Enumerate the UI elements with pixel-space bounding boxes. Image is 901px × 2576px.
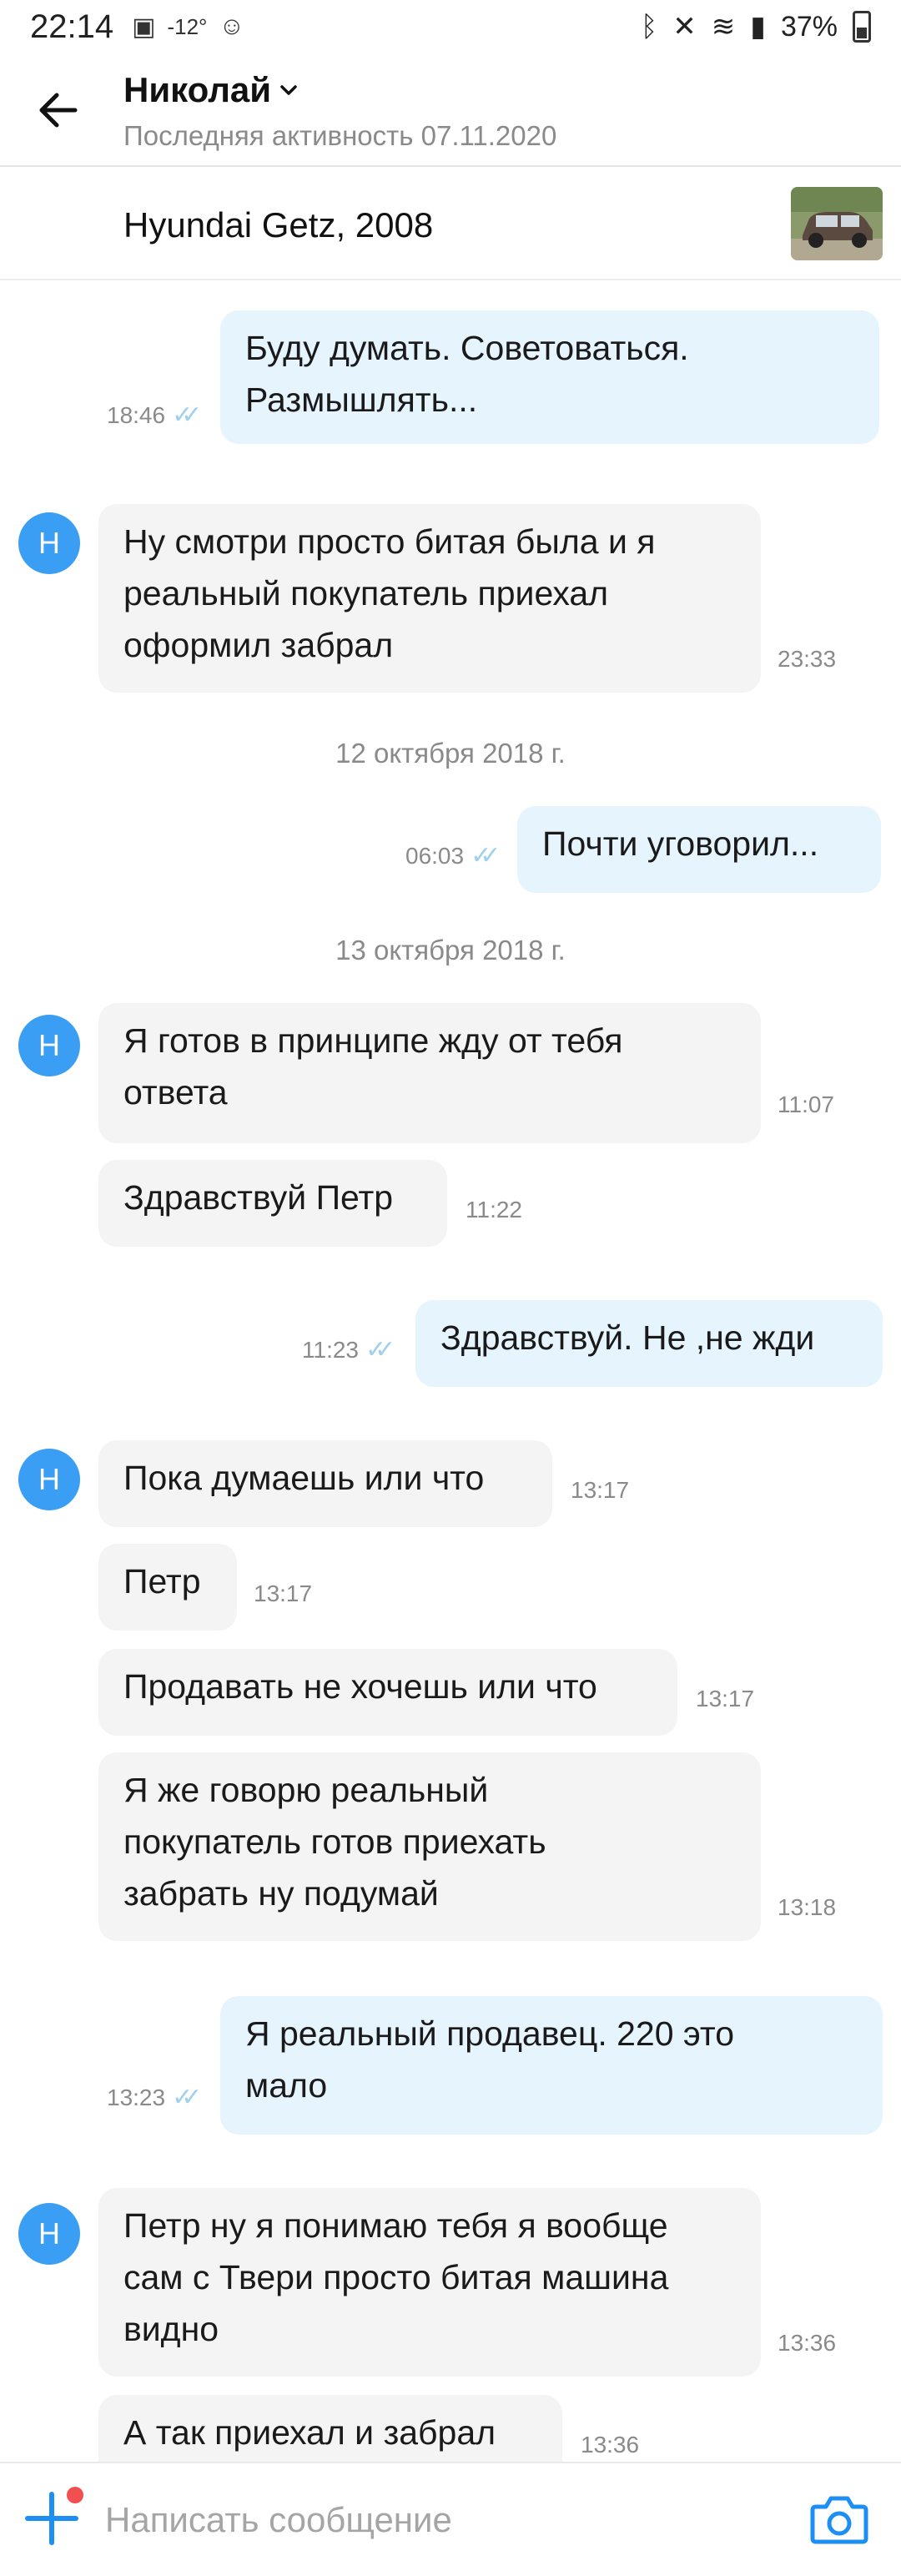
battery-level: 37% [780, 10, 838, 43]
message-bubble-incoming[interactable]: Я готов в принципе жду от тебя ответа [98, 1003, 761, 1143]
gallery-icon: ▣ [132, 13, 156, 41]
message-bubble-incoming[interactable]: Здравствуй Петр [98, 1160, 447, 1247]
read-check-icon: ✓✓ [471, 842, 501, 870]
message-time: 11:23 ✓✓ [302, 1335, 395, 1364]
read-check-icon: ✓✓ [172, 401, 202, 429]
message-bubble-outgoing[interactable]: Почти уговорил... [517, 806, 881, 893]
arrow-left-icon [39, 93, 78, 128]
status-temperature: -12° [167, 13, 208, 39]
message-time: 23:33 [778, 646, 837, 672]
message-line: мало [245, 2066, 328, 2105]
last-seen: Последняя активность 07.11.2020 [123, 120, 557, 151]
back-button[interactable] [33, 85, 83, 135]
message-time: 18:46 ✓✓ [107, 401, 203, 430]
weather-icon: ☺ [219, 13, 245, 40]
message-time: 13:18 [778, 1894, 837, 1920]
camera-icon [810, 2496, 868, 2544]
message-time: 13:23 ✓✓ [107, 2083, 203, 2112]
message-bubble-incoming[interactable]: Продавать не хочешь или что [98, 1649, 677, 1736]
time-text: 06:03 [405, 842, 465, 869]
message-bubble-incoming[interactable]: Петр [98, 1544, 237, 1631]
message-line: Пока думаешь или что [123, 1459, 485, 1497]
message-line: Здравствуй Петр [123, 1178, 394, 1217]
message-line: Буду думать. Советоваться. [245, 329, 689, 367]
message-bubble-incoming[interactable]: Я же говорю реальный покупатель готов пр… [98, 1752, 761, 1941]
avatar-letter: Н [38, 2216, 60, 2251]
message-line: покупатель готов приехать [123, 1822, 546, 1861]
avatar-letter: Н [38, 526, 60, 560]
message-line: Я реальный продавец. 220 это [245, 2014, 735, 2053]
wifi-icon: ≋ [711, 11, 736, 43]
message-line: ответа [123, 1073, 228, 1112]
message-time: 13:36 [581, 2432, 640, 2458]
avatar[interactable]: Н [18, 1015, 80, 1076]
message-time: 11:22 [466, 1197, 522, 1222]
listing-thumbnail[interactable] [791, 187, 883, 260]
listing-bar[interactable]: Hyundai Getz, 2008 [0, 169, 901, 280]
chat-header: Николай Последняя активность 07.11.2020 [0, 53, 901, 167]
bluetooth-icon: ᛒ [640, 10, 658, 43]
message-line: видно [123, 2310, 219, 2348]
message-line: Петр [123, 1562, 201, 1601]
car-photo-icon [791, 187, 883, 260]
mute-icon: ✕ [672, 11, 697, 43]
status-time: 22:14 [30, 8, 114, 45]
message-line: Я же говорю реальный [123, 1771, 489, 1809]
avatar[interactable]: Н [18, 1449, 80, 1510]
read-check-icon: ✓✓ [365, 1336, 395, 1364]
message-time: 06:03 ✓✓ [405, 841, 501, 870]
message-line: Я готов в принципе жду от тебя [123, 1021, 623, 1060]
avatar-letter: Н [38, 1028, 60, 1062]
message-line: забрать ну подумай [123, 1874, 439, 1913]
date-separator: 12 октября 2018 г. [335, 738, 566, 769]
status-bar: 22:14 ▣ -12° ☺ ᛒ ✕ ≋ ▮ 37% [0, 0, 901, 53]
message-time: 13:36 [778, 2330, 837, 2356]
message-line: Размышлять... [245, 381, 478, 419]
battery-icon [853, 11, 871, 43]
message-time: 11:07 [778, 1091, 834, 1117]
message-bubble-outgoing[interactable]: Буду думать. Советоваться. Размышлять... [220, 310, 879, 444]
time-text: 13:23 [107, 2084, 166, 2110]
message-line: Петр ну я понимаю тебя я вообще [123, 2206, 668, 2245]
message-bubble-incoming[interactable]: Ну смотри просто битая была и я реальный… [98, 504, 761, 693]
message-bubble-incoming[interactable]: Петр ну я понимаю тебя я вообще сам с Тв… [98, 2188, 761, 2377]
listing-title: Hyundai Getz, 2008 [123, 205, 434, 244]
message-line: Здравствуй. Не ,не жди [440, 1318, 815, 1357]
avatar[interactable]: Н [18, 2203, 80, 2265]
message-line: сам с Твери просто битая машина [123, 2258, 669, 2296]
chevron-down-icon [280, 85, 297, 95]
message-time: 13:17 [254, 1580, 313, 1606]
message-bubble-outgoing[interactable]: Я реальный продавец. 220 это мало [220, 1996, 883, 2135]
message-time: 13:17 [696, 1686, 755, 1711]
date-separator: 13 октября 2018 г. [335, 935, 566, 965]
read-check-icon: ✓✓ [172, 2084, 202, 2111]
message-line: реальный покупатель приехал [123, 574, 609, 612]
camera-button[interactable] [809, 2492, 869, 2545]
message-line: Ну смотри просто битая была и я [123, 522, 656, 561]
status-right: ᛒ ✕ ≋ ▮ 37% [641, 10, 871, 43]
message-composer [0, 2462, 901, 2576]
message-line: оформил забрал [123, 626, 394, 664]
notification-dot [67, 2487, 83, 2503]
avatar-letter: Н [38, 1462, 60, 1496]
message-line: Продавать не хочешь или что [123, 1667, 597, 1706]
message-time: 13:17 [571, 1477, 630, 1503]
message-input[interactable] [105, 2495, 773, 2545]
avatar[interactable]: Н [18, 512, 80, 574]
time-text: 11:23 [302, 1336, 359, 1363]
contact-name-dropdown[interactable]: Николай [123, 70, 298, 110]
add-attachment-button[interactable] [22, 2487, 83, 2548]
message-line: А так приехал и забрал [123, 2413, 496, 2452]
message-bubble-incoming[interactable]: Пока думаешь или что [98, 1440, 552, 1527]
chat-screen: 22:14 ▣ -12° ☺ ᛒ ✕ ≋ ▮ 37% Николай После… [0, 0, 901, 2576]
message-bubble-outgoing[interactable]: Здравствуй. Не ,не жди [415, 1300, 883, 1387]
message-line: Почти уговорил... [542, 824, 819, 863]
time-text: 18:46 [107, 401, 166, 428]
signal-icon: ▮ [750, 11, 766, 43]
contact-name: Николай [123, 70, 272, 109]
